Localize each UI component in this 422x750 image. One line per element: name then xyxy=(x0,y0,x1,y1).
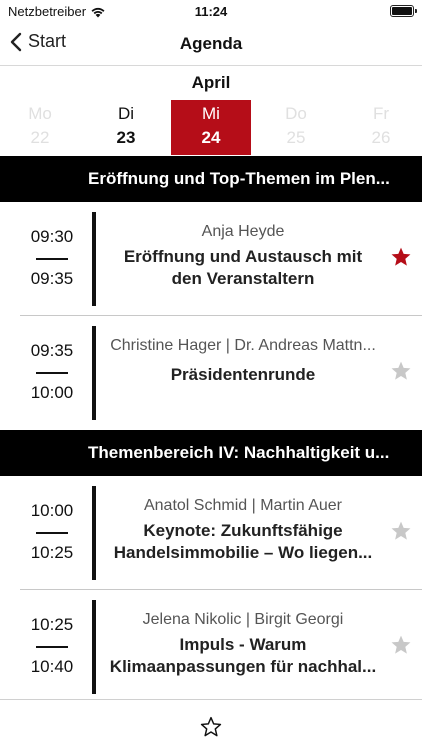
session-speakers: Christine Hager | Dr. Andreas Mattn... xyxy=(110,337,376,354)
session-row[interactable]: 09:30 09:35 Anja Heyde Eröffnung und Aus… xyxy=(0,202,422,316)
session-title: Keynote: Zukunftsfähige Handelsimmobilie… xyxy=(104,520,382,564)
session-accent-bar xyxy=(92,212,96,306)
day-tab-mi[interactable]: Mi 24 xyxy=(171,100,251,155)
day-name: Do xyxy=(285,104,307,123)
bottom-toolbar xyxy=(0,699,422,750)
session-title-line: Handelsimmobilie – Wo liegen... xyxy=(113,543,373,562)
session-title-line: Klimaanpassungen für nachhal... xyxy=(109,657,377,676)
session-speakers: Anatol Schmid | Martin Auer xyxy=(143,497,343,514)
section-header: Themenbereich IV: Nachhaltigkeit u... xyxy=(0,430,422,476)
time-separator xyxy=(36,646,68,648)
session-end-time: 09:35 xyxy=(30,269,74,288)
section-title: Themenbereich IV: Nachhaltigkeit u... xyxy=(88,443,390,462)
session-title-line: den Veranstaltern xyxy=(171,269,315,288)
session-speakers: Jelena Nikolic | Birgit Georgi xyxy=(142,611,344,628)
day-selector: Mo 22 Di 23 Mi 24 Do 25 Fr 26 xyxy=(0,100,422,155)
day-tab-fr[interactable]: Fr 26 xyxy=(341,100,421,155)
session-title-line: Präsidentenrunde xyxy=(170,365,316,384)
session-title: Präsidentenrunde xyxy=(104,364,382,386)
section-title: Eröffnung und Top-Themen im Plen... xyxy=(88,169,390,188)
session-start-time: 09:35 xyxy=(30,341,74,360)
session-title: Eröffnung und Austausch mit den Veransta… xyxy=(104,246,382,290)
session-start-time: 10:00 xyxy=(30,501,74,520)
battery-icon xyxy=(390,5,417,17)
session-title: Impuls - Warum Klimaanpassungen für nach… xyxy=(104,634,382,678)
favorite-star-icon[interactable] xyxy=(390,520,412,542)
star-outline-icon[interactable] xyxy=(200,716,222,738)
session-accent-bar xyxy=(92,600,96,694)
session-row[interactable]: 10:25 10:40 Jelena Nikolic | Birgit Geor… xyxy=(0,590,422,704)
session-title-line: Keynote: Zukunftsfähige xyxy=(143,521,343,540)
day-name: Mi xyxy=(202,104,220,123)
favorite-star-icon[interactable] xyxy=(390,634,412,656)
day-name: Di xyxy=(117,104,135,123)
time-separator xyxy=(36,372,68,374)
day-tab-mo[interactable]: Mo 22 xyxy=(0,100,80,155)
session-end-time: 10:40 xyxy=(30,657,74,676)
session-title-line: Impuls - Warum xyxy=(179,635,307,654)
session-row[interactable]: 09:35 10:00 Christine Hager | Dr. Andrea… xyxy=(0,316,422,430)
day-name: Mo xyxy=(28,104,52,123)
status-bar: Netzbetreiber 11:24 xyxy=(0,0,422,22)
day-number: 26 xyxy=(371,128,391,147)
day-tab-di[interactable]: Di 23 xyxy=(86,100,166,155)
session-times: 09:30 09:35 xyxy=(20,202,84,316)
page-title: Agenda xyxy=(179,34,243,53)
session-times: 10:25 10:40 xyxy=(20,590,84,704)
session-speakers: Anja Heyde xyxy=(201,223,285,240)
day-tab-do[interactable]: Do 25 xyxy=(256,100,336,155)
session-end-time: 10:00 xyxy=(30,383,74,402)
day-name: Fr xyxy=(372,104,390,123)
time-separator xyxy=(36,258,68,260)
status-time: 11:24 xyxy=(194,4,228,19)
day-number: 22 xyxy=(30,128,50,147)
day-number: 24 xyxy=(201,128,221,147)
day-number: 25 xyxy=(286,128,306,147)
favorite-star-icon[interactable] xyxy=(390,246,412,268)
session-start-time: 10:25 xyxy=(30,615,74,634)
session-row[interactable]: 10:00 10:25 Anatol Schmid | Martin Auer … xyxy=(0,476,422,590)
month-label: April xyxy=(191,73,231,92)
session-times: 09:35 10:00 xyxy=(20,316,84,430)
time-separator xyxy=(36,532,68,534)
session-title-line: Eröffnung und Austausch mit xyxy=(123,247,363,266)
session-accent-bar xyxy=(92,486,96,580)
navigation-bar: Start Agenda xyxy=(0,22,422,66)
day-number: 23 xyxy=(116,128,136,147)
favorite-star-icon[interactable] xyxy=(390,360,412,382)
session-end-time: 10:25 xyxy=(30,543,74,562)
session-accent-bar xyxy=(92,326,96,420)
section-header: Eröffnung und Top-Themen im Plen... xyxy=(0,156,422,202)
session-start-time: 09:30 xyxy=(30,227,74,246)
session-times: 10:00 10:25 xyxy=(20,476,84,590)
